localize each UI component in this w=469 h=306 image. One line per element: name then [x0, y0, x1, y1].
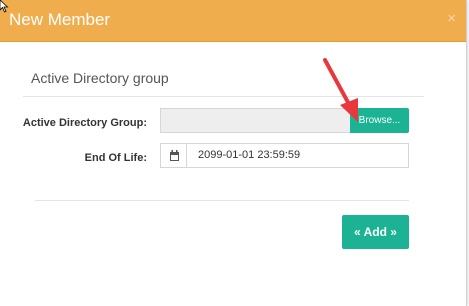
ad-group-input[interactable] [160, 108, 350, 133]
mouse-cursor-icon [0, 0, 9, 13]
new-member-dialog: New Member × Active Directory group Acti… [0, 0, 467, 306]
section-title: Active Directory group [31, 70, 169, 86]
end-of-life-input[interactable]: 2099-01-01 23:59:59 [186, 143, 409, 168]
calendar-addon[interactable] [160, 143, 187, 168]
calendar-icon [170, 150, 179, 161]
add-button[interactable]: « Add » [342, 215, 409, 249]
dialog-title: New Member [9, 10, 111, 29]
dialog-header: New Member × [0, 0, 466, 42]
section-divider [23, 96, 424, 97]
footer-divider [35, 200, 409, 201]
close-icon[interactable]: × [447, 11, 456, 26]
end-of-life-label: End Of Life: [84, 152, 147, 164]
ad-group-label: Active Directory Group: [22, 117, 147, 129]
browse-button[interactable]: Browse... [350, 108, 409, 133]
